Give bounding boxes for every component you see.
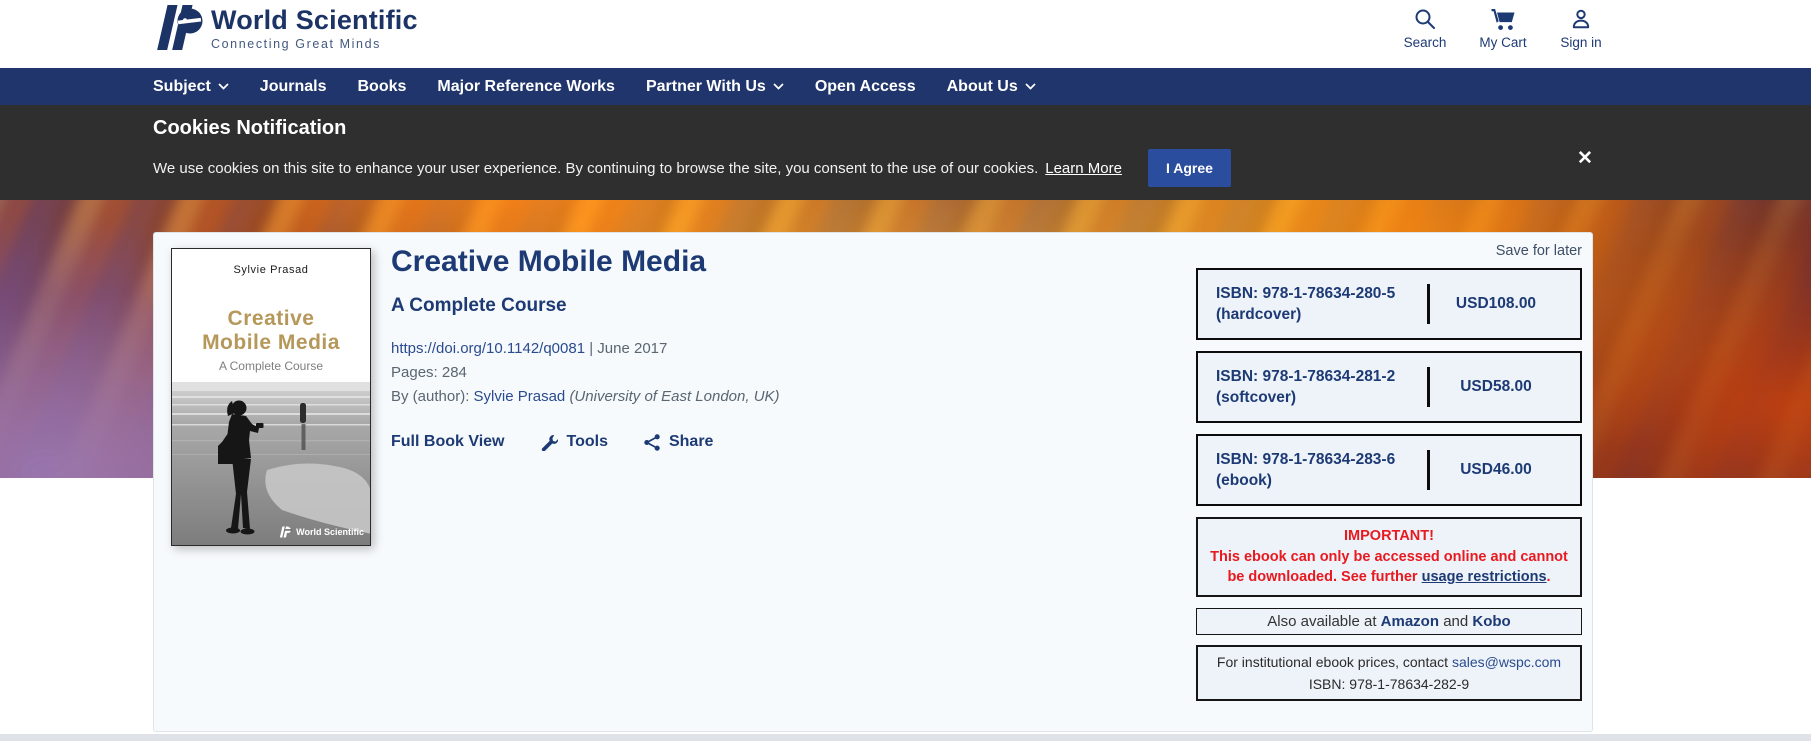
- chevron-down-icon: [1025, 83, 1036, 90]
- brand-tagline: Connecting Great Minds: [211, 37, 381, 51]
- close-icon[interactable]: ✕: [1577, 147, 1593, 170]
- brand-name: World Scientific: [211, 5, 418, 35]
- kobo-link[interactable]: Kobo: [1472, 613, 1510, 630]
- book-info: Creative Mobile Media A Complete Course …: [391, 245, 1161, 451]
- nav-open-access[interactable]: Open Access: [815, 78, 916, 96]
- sign-in-label: Sign in: [1560, 35, 1602, 50]
- pages-line: Pages: 284: [391, 364, 467, 381]
- nav-subject-label: Subject: [153, 77, 211, 95]
- wrench-icon: [541, 434, 558, 451]
- offer-isbn: ISBN: 978-1-78634-281-2 (softcover): [1216, 368, 1396, 406]
- nav-about-label: About Us: [946, 77, 1018, 95]
- sales-email-link[interactable]: sales@wspc.com: [1452, 654, 1561, 670]
- nav-books-label: Books: [357, 77, 407, 95]
- nav-books[interactable]: Books: [357, 78, 406, 96]
- offer-price: USD46.00: [1460, 461, 1532, 478]
- nav-open-access-label: Open Access: [814, 77, 916, 95]
- cart-icon: [1491, 9, 1515, 30]
- tools-label: Tools: [566, 433, 608, 450]
- author-line: By (author): Sylvie Prasad (University o…: [391, 385, 1161, 409]
- site-header: World Scientific Connecting Great Minds …: [0, 0, 1811, 68]
- book-cover: Sylvie Prasad Creative Mobile Media A Co…: [171, 248, 371, 546]
- publication-date: June 2017: [597, 340, 668, 357]
- offer-isbn: ISBN: 978-1-78634-280-5 (hardcover): [1216, 285, 1396, 323]
- important-message: This ebook can only be accessed online a…: [1210, 548, 1568, 586]
- nav-subject[interactable]: Subject: [153, 78, 229, 96]
- user-icon: [1572, 9, 1590, 29]
- book-detail-card: Sylvie Prasad Creative Mobile Media A Co…: [153, 232, 1593, 732]
- offer-price: USD108.00: [1455, 295, 1537, 312]
- offer-price: USD58.00: [1460, 378, 1532, 395]
- my-cart-label: My Cart: [1479, 35, 1527, 50]
- nav-journals-label: Journals: [259, 77, 327, 95]
- nav-partner-label: Partner With Us: [645, 77, 766, 95]
- nav-mrw-label: Major Reference Works: [437, 77, 615, 95]
- author-affiliation: (University of East London, UK): [569, 388, 780, 405]
- full-book-view-label: Full Book View: [391, 433, 505, 450]
- share-button[interactable]: Share: [644, 433, 713, 451]
- search-label: Search: [1403, 35, 1447, 50]
- also-available-label: Also available at: [1267, 612, 1377, 630]
- header-actions: Search My Cart Sign in: [1396, 7, 1610, 50]
- book-meta: https://doi.org/10.1142/q0081 | June 201…: [391, 337, 1161, 409]
- institutional-line: For institutional ebook prices, contact …: [1216, 653, 1562, 670]
- world-scientific-logo[interactable]: World Scientific Connecting Great Minds: [150, 3, 418, 53]
- ws-logo-mark: [157, 5, 203, 50]
- search-button[interactable]: Search: [1396, 7, 1454, 50]
- sign-in-button[interactable]: Sign in: [1552, 7, 1610, 50]
- ws-logo-mark-small: [280, 526, 292, 538]
- cookie-banner: Cookies Notification We use cookies on t…: [0, 105, 1811, 200]
- share-label: Share: [668, 433, 714, 450]
- i-agree-button[interactable]: I Agree: [1147, 149, 1231, 187]
- offer-hardcover[interactable]: ISBN: 978-1-78634-280-5 (hardcover) USD1…: [1196, 268, 1582, 340]
- usage-restrictions-link[interactable]: usage restrictions: [1422, 569, 1547, 585]
- chevron-down-icon: [218, 83, 229, 90]
- cover-author: Sylvie Prasad: [233, 264, 309, 276]
- share-icon: [644, 433, 660, 451]
- save-for-later-link[interactable]: Save for later: [1196, 243, 1582, 259]
- also-available-box: Also available at Amazon and Kobo: [1196, 607, 1582, 635]
- chevron-down-icon: [773, 83, 784, 90]
- offer-isbn: ISBN: 978-1-78634-283-6 (ebook): [1216, 451, 1396, 489]
- main-nav: Subject Journals Books Major Reference W…: [0, 68, 1811, 105]
- nav-about-us[interactable]: About Us: [947, 78, 1036, 96]
- doi-line: https://doi.org/10.1142/q0081 | June 201…: [391, 337, 1161, 361]
- tools-button[interactable]: Tools: [541, 433, 608, 451]
- cover-title: Creative Mobile Media: [202, 307, 340, 354]
- cover-photo-beach-scene: World Scientific: [172, 382, 370, 545]
- important-notice: IMPORTANT! This ebook can only be access…: [1196, 517, 1582, 597]
- search-icon: [1415, 9, 1435, 29]
- doi-separator: |: [589, 340, 594, 357]
- important-title: IMPORTANT!: [1344, 528, 1434, 544]
- cookie-banner-title: Cookies Notification: [153, 117, 347, 139]
- cover-publisher-logo: World Scientific: [279, 526, 364, 538]
- cover-subtitle: A Complete Course: [218, 359, 324, 373]
- book-title: Creative Mobile Media: [391, 245, 707, 278]
- offer-ebook[interactable]: ISBN: 978-1-78634-283-6 (ebook) USD46.00: [1196, 434, 1582, 506]
- my-cart-button[interactable]: My Cart: [1474, 7, 1532, 50]
- offer-softcover[interactable]: ISBN: 978-1-78634-281-2 (softcover) USD5…: [1196, 351, 1582, 423]
- book-subtitle: A Complete Course: [391, 295, 567, 316]
- amazon-link[interactable]: Amazon: [1381, 613, 1439, 630]
- cookie-message: We use cookies on this site to enhance y…: [153, 159, 1039, 177]
- nav-journals[interactable]: Journals: [260, 78, 327, 96]
- footer-strip: [0, 734, 1811, 741]
- by-author-label: By (author):: [391, 388, 470, 405]
- full-book-view-link[interactable]: Full Book View: [391, 433, 505, 451]
- institutional-box: For institutional ebook prices, contact …: [1196, 644, 1582, 701]
- author-link[interactable]: Sylvie Prasad: [474, 388, 566, 405]
- learn-more-link[interactable]: Learn More: [1045, 160, 1122, 177]
- page: World Scientific Connecting Great Minds …: [0, 0, 1811, 741]
- institutional-isbn: ISBN: 978-1-78634-282-9: [1308, 675, 1470, 692]
- conjunction-label: and: [1443, 612, 1469, 630]
- nav-partner-with-us[interactable]: Partner With Us: [646, 78, 784, 96]
- nav-major-reference-works[interactable]: Major Reference Works: [437, 78, 615, 96]
- doi-link[interactable]: https://doi.org/10.1142/q0081: [391, 340, 585, 357]
- purchase-column: Save for later ISBN: 978-1-78634-280-5 (…: [1196, 243, 1582, 701]
- book-actions-row: Full Book View Tools Share: [391, 433, 1161, 451]
